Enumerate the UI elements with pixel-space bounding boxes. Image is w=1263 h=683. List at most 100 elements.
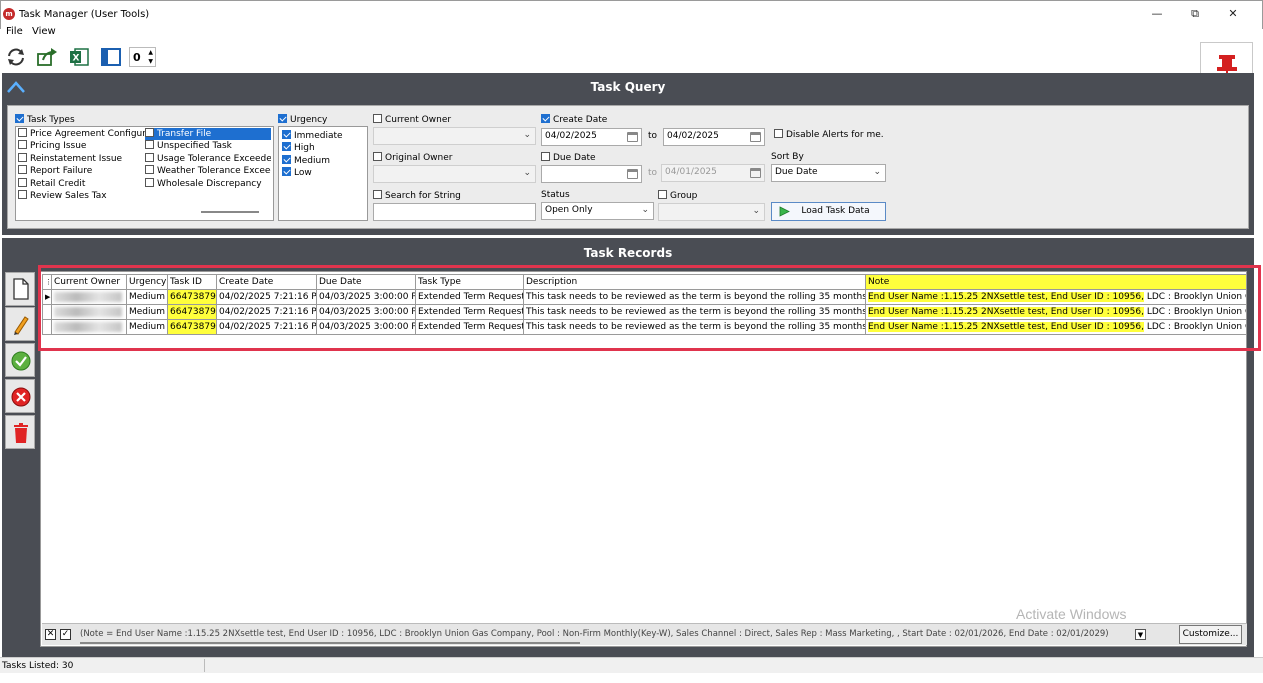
urgency-item[interactable]: High bbox=[282, 142, 315, 153]
urgency-checkbox-item[interactable] bbox=[282, 130, 291, 139]
task-type-label: Transfer File bbox=[157, 129, 212, 139]
create-date-to-input[interactable]: 04/02/2025 bbox=[663, 128, 765, 146]
urgency-item-label: High bbox=[294, 143, 315, 154]
urgency-checkbox-item[interactable] bbox=[282, 166, 291, 176]
counter-stepper[interactable]: 0 ▲ ▼ bbox=[129, 47, 156, 67]
task-type-checkbox[interactable] bbox=[18, 128, 27, 137]
calendar-icon[interactable] bbox=[750, 132, 761, 142]
task-type-checkbox[interactable] bbox=[18, 177, 27, 187]
task-type-item[interactable]: Report Failure bbox=[18, 165, 146, 177]
due-date-from-input[interactable] bbox=[541, 165, 642, 183]
task-type-label: Reinstatement Issue bbox=[30, 153, 123, 164]
new-task-button[interactable] bbox=[5, 272, 35, 306]
sort-by-select[interactable]: Due Date ⌄ bbox=[771, 164, 886, 182]
urgency-checkbox-item[interactable] bbox=[282, 154, 291, 164]
load-task-data-label: Load Task Data bbox=[801, 206, 870, 216]
complete-task-button[interactable] bbox=[5, 343, 35, 377]
excel-icon[interactable]: X bbox=[68, 46, 90, 68]
task-type-item[interactable]: Price Agreement Configur bbox=[18, 128, 146, 140]
task-type-item[interactable]: Review Sales Tax bbox=[18, 189, 146, 202]
task-type-checkbox[interactable] bbox=[145, 140, 154, 150]
current-owner-checkbox[interactable]: Current Owner bbox=[373, 114, 451, 125]
current-owner-select[interactable]: ⌄ bbox=[373, 127, 536, 145]
close-button[interactable]: ✕ bbox=[1213, 4, 1253, 24]
filter-dropdown-icon[interactable]: ▼ bbox=[1135, 629, 1146, 640]
urgency-item[interactable]: Low bbox=[282, 166, 312, 178]
due-date-checkbox[interactable]: Due Date bbox=[541, 152, 596, 163]
customize-button[interactable]: Customize... bbox=[1179, 625, 1242, 644]
urgency-item[interactable]: Immediate bbox=[282, 130, 343, 141]
collapse-chevron-icon[interactable] bbox=[6, 80, 26, 94]
restore-button[interactable]: ⧉ bbox=[1175, 4, 1215, 24]
filter-text[interactable]: (Note = End User Name :1.15.25 2NXsettle… bbox=[80, 629, 1109, 639]
stepper-arrows-icon[interactable]: ▲ ▼ bbox=[148, 48, 153, 66]
calendar-icon[interactable] bbox=[750, 168, 761, 178]
original-owner-checkbox[interactable]: Original Owner bbox=[373, 152, 452, 163]
task-type-item[interactable]: Unspecified Task bbox=[145, 140, 271, 152]
disable-alerts-checkbox[interactable]: Disable Alerts for me. bbox=[774, 129, 884, 140]
search-string-checkbox[interactable]: Search for String bbox=[373, 190, 461, 201]
task-type-checkbox[interactable] bbox=[18, 152, 27, 162]
status-select[interactable]: Open Only ⌄ bbox=[541, 202, 654, 220]
calendar-icon[interactable] bbox=[627, 169, 638, 179]
task-type-checkbox[interactable] bbox=[145, 177, 154, 187]
search-string-label: Search for String bbox=[385, 191, 461, 201]
original-owner-select[interactable]: ⌄ bbox=[373, 165, 536, 183]
filter-scrollbar[interactable] bbox=[80, 642, 580, 644]
task-type-item[interactable]: Weather Tolerance Exceed bbox=[145, 165, 271, 177]
menu-file[interactable]: File bbox=[6, 26, 23, 37]
group-label: Group bbox=[670, 191, 698, 201]
search-string-input[interactable] bbox=[373, 203, 536, 221]
task-records-band: Task Records bbox=[2, 238, 1254, 264]
urgency-checkbox-item[interactable] bbox=[282, 142, 291, 152]
group-checkbox[interactable]: Group bbox=[658, 190, 697, 201]
pencil-icon bbox=[14, 316, 29, 335]
task-type-label: Retail Credit bbox=[30, 178, 86, 189]
task-type-item[interactable]: Pricing Issue bbox=[18, 140, 146, 152]
calendar-icon[interactable] bbox=[627, 132, 638, 142]
svg-text:X: X bbox=[73, 54, 80, 64]
edit-task-button[interactable] bbox=[5, 307, 35, 341]
urgency-list[interactable]: Immediate High Medium Low bbox=[278, 126, 368, 221]
task-type-label: Wholesale Discrepancy bbox=[157, 178, 262, 189]
refresh-icon[interactable] bbox=[5, 46, 27, 68]
task-type-checkbox[interactable] bbox=[145, 128, 154, 137]
task-type-item[interactable]: Usage Tolerance Exceeded bbox=[145, 152, 271, 165]
task-type-label: Review Sales Tax bbox=[30, 190, 107, 201]
task-type-checkbox[interactable] bbox=[18, 165, 27, 175]
due-date-to-input[interactable]: 04/01/2025 bbox=[661, 164, 765, 182]
task-type-checkbox[interactable] bbox=[18, 189, 27, 199]
sort-by-value: Due Date bbox=[775, 167, 818, 177]
task-type-label: Weather Tolerance Exceed bbox=[157, 166, 271, 177]
minimize-button[interactable]: — bbox=[1137, 4, 1177, 24]
delete-task-button[interactable] bbox=[5, 415, 35, 449]
disable-alerts-label: Disable Alerts for me. bbox=[786, 130, 884, 140]
create-date-label: Create Date bbox=[553, 115, 608, 125]
create-date-to-value: 04/02/2025 bbox=[667, 131, 719, 141]
task-type-item[interactable]: Retail Credit bbox=[18, 177, 146, 190]
horizontal-scrollbar[interactable] bbox=[201, 211, 259, 213]
urgency-item[interactable]: Medium bbox=[282, 154, 330, 166]
cancel-task-button[interactable] bbox=[5, 379, 35, 413]
group-select[interactable]: ⌄ bbox=[658, 203, 765, 221]
load-task-data-button[interactable]: Load Task Data bbox=[771, 202, 886, 221]
task-types-list[interactable]: Price Agreement Configur Pricing Issue Rei… bbox=[15, 126, 274, 221]
create-date-checkbox[interactable]: Create Date bbox=[541, 114, 607, 125]
task-type-checkbox[interactable] bbox=[145, 152, 154, 162]
task-type-item[interactable]: Reinstatement Issue bbox=[18, 152, 146, 165]
task-types-checkbox[interactable]: Task Types bbox=[15, 114, 75, 125]
task-type-checkbox[interactable] bbox=[18, 140, 27, 150]
task-type-label: Unspecified Task bbox=[157, 141, 232, 152]
task-type-item[interactable]: Wholesale Discrepancy bbox=[145, 177, 271, 190]
create-date-from-input[interactable]: 04/02/2025 bbox=[541, 128, 642, 146]
task-type-checkbox[interactable] bbox=[145, 165, 154, 175]
to-label: to bbox=[648, 131, 658, 141]
panel-toggle-icon[interactable] bbox=[100, 46, 122, 68]
task-type-label: Pricing Issue bbox=[30, 141, 87, 152]
export-icon[interactable] bbox=[36, 46, 58, 68]
task-type-item[interactable]: Transfer File bbox=[145, 128, 271, 141]
urgency-checkbox[interactable]: Urgency bbox=[278, 114, 327, 125]
enable-filter-checkbox[interactable]: ✓ bbox=[60, 629, 71, 640]
menu-view[interactable]: View bbox=[32, 26, 56, 37]
clear-filter-icon[interactable]: ✕ bbox=[45, 629, 56, 640]
